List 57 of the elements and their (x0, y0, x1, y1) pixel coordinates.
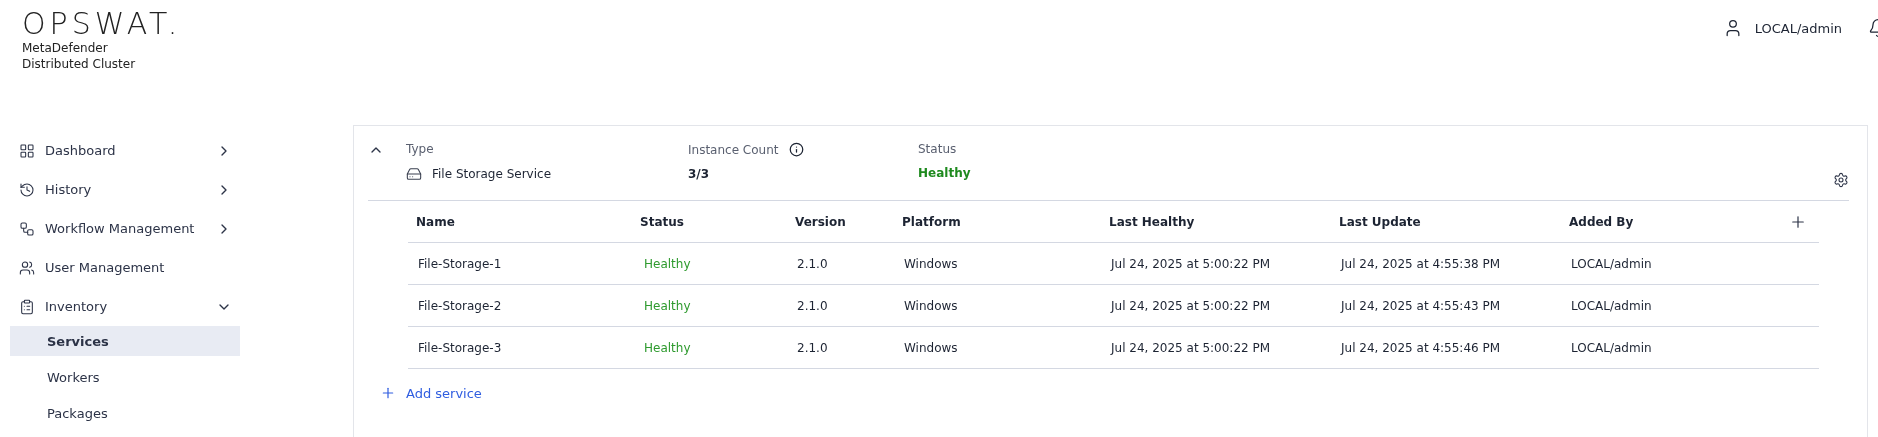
sidebar-item[interactable]: Inventory (10, 287, 240, 326)
drive-icon (406, 166, 422, 182)
status-cell-text: Healthy (643, 340, 692, 355)
type-value: File Storage Service (432, 167, 551, 181)
status-cell-text: Healthy (643, 298, 692, 313)
history-icon (19, 181, 35, 198)
user-menu-button[interactable]: LOCAL/admin (1722, 18, 1842, 38)
sidebar-subitem[interactable]: Packages (10, 398, 240, 428)
table-cell-text: File-Storage-2 (417, 298, 503, 313)
table-cell-text: Jul 24, 2025 at 5:00:22 PM (1109, 256, 1272, 271)
table-cell-text: 2.1.0 (796, 298, 829, 313)
info-icon[interactable] (788, 142, 804, 157)
users-icon (19, 259, 35, 276)
product-name: MetaDefender (22, 40, 109, 56)
nodes-icon (19, 220, 35, 237)
sidebar-item[interactable]: Workflow Management (10, 209, 240, 248)
column-header: Last Update (1339, 214, 1422, 229)
sidebar-subitem[interactable]: Workers (10, 362, 240, 392)
status-cell-text: Healthy (643, 256, 692, 271)
table-cell-text: LOCAL/admin (1570, 340, 1653, 355)
table-cell-text: Windows (903, 340, 959, 355)
table-cell-text: Jul 24, 2025 at 5:00:22 PM (1109, 298, 1272, 313)
table-cell-text: Jul 24, 2025 at 4:55:38 PM (1339, 256, 1502, 271)
column-header: Added By (1569, 214, 1635, 229)
sidebar-item[interactable]: User Management (10, 248, 240, 287)
brand-logo: OPSWAT. (22, 8, 182, 40)
table-cell-text: Jul 24, 2025 at 4:55:43 PM (1339, 298, 1502, 313)
table-cell-text: File-Storage-1 (417, 256, 503, 271)
sidebar-item[interactable]: Dashboard (10, 131, 240, 170)
count-value: 3/3 (688, 167, 710, 181)
field-label: Instance Count (688, 142, 779, 157)
table-cell-text: File-Storage-3 (417, 340, 503, 355)
table-cell-text: Jul 24, 2025 at 5:00:22 PM (1109, 340, 1272, 355)
settings-icon (1833, 172, 1849, 188)
table-cell-text: LOCAL/admin (1570, 298, 1653, 313)
status-value: Healthy (918, 166, 971, 180)
column-header: Last Healthy (1109, 214, 1196, 229)
grid-icon (19, 142, 35, 159)
settings-button[interactable] (1833, 172, 1849, 188)
column-header: Version (795, 214, 847, 229)
column-header: Status (640, 214, 685, 229)
add-service-button[interactable]: Add service (380, 385, 482, 401)
table-cell-text: 2.1.0 (796, 340, 829, 355)
table-cell-text: Windows (903, 256, 959, 271)
sidebar-subitem[interactable]: Services (10, 326, 240, 356)
table-cell-text: LOCAL/admin (1570, 256, 1653, 271)
field-label: Status (918, 142, 957, 156)
sidebar-item[interactable]: History (10, 170, 240, 209)
column-header: Name (415, 214, 456, 229)
table-cell-text: 2.1.0 (796, 256, 829, 271)
clipboard-icon (19, 298, 35, 315)
table-cell-text: Jul 24, 2025 at 4:55:46 PM (1339, 340, 1502, 355)
column-header: Platform (902, 214, 962, 229)
product-name: Distributed Cluster (22, 56, 137, 72)
field-label: Type (406, 142, 434, 156)
table-cell-text: Windows (903, 298, 959, 313)
plus-icon (380, 385, 396, 401)
